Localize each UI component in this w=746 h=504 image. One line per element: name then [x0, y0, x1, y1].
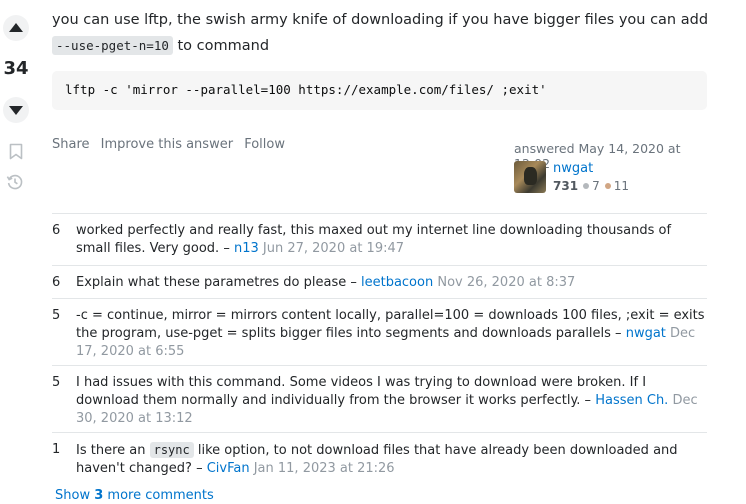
comment-score: 6 — [52, 223, 61, 238]
comment-score: 6 — [52, 275, 61, 290]
comment-text: -c = continue, mirror = mirrors content … — [76, 307, 706, 361]
bronze-badge-count: 11 — [613, 179, 629, 193]
comment-author-link[interactable]: Hassen Ch. — [595, 393, 668, 408]
comment-item: 5 -c = continue, mirror = mirrors conten… — [52, 298, 707, 365]
user-card: answered May 14, 2020 at 12:02 nwgat 731… — [514, 141, 714, 193]
comment-item: 1 Is there an rsync like option, to not … — [52, 432, 707, 484]
comment-date[interactable]: Jun 27, 2020 at 19:47 — [263, 241, 404, 256]
inline-code-pget: --use-pget-n=10 — [52, 36, 173, 55]
show-more-suffix: more comments — [107, 488, 214, 503]
comment-text: Explain what these parametres do please … — [76, 274, 706, 292]
comment-body-before: Is there an — [76, 443, 150, 458]
comment-body: -c = continue, mirror = mirrors content … — [76, 308, 705, 341]
comment-score: 5 — [52, 375, 61, 390]
comment-date[interactable]: Jan 11, 2023 at 21:26 — [254, 461, 395, 476]
code-block: lftp -c 'mirror --parallel=100 https://e… — [52, 71, 707, 110]
comment-score: 5 — [52, 308, 61, 323]
comment-text: Is there an rsync like option, to not do… — [76, 441, 706, 478]
reputation-score: 731 — [553, 179, 579, 193]
comment-item: 5 I had issues with this command. Some v… — [52, 365, 707, 432]
comment-item: 6 Explain what these parametres do pleas… — [52, 265, 707, 298]
comment-text: I had issues with this command. Some vid… — [76, 374, 706, 428]
bookmark-icon[interactable] — [9, 143, 23, 160]
upvote-button[interactable] — [3, 15, 29, 41]
comment-text: worked perfectly and really fast, this m… — [76, 222, 706, 258]
comment-item: 6 worked perfectly and really fast, this… — [52, 213, 707, 265]
answer-text-before: you can use lftp, the swish army knife o… — [52, 12, 709, 28]
bronze-badge-icon — [604, 183, 611, 189]
comment-author-link[interactable]: CivFan — [207, 461, 250, 476]
silver-badge-count: 7 — [592, 179, 600, 193]
avatar[interactable] — [514, 161, 546, 193]
comment-body: I had issues with this command. Some vid… — [76, 375, 647, 408]
follow-link[interactable]: Follow — [244, 137, 285, 152]
answer-body: you can use lftp, the swish army knife o… — [52, 8, 712, 59]
reputation-line: 731 7 11 — [553, 179, 629, 193]
comment-author-link[interactable]: n13 — [234, 241, 259, 256]
arrow-up-icon — [9, 23, 23, 32]
comment-date[interactable]: Nov 26, 2020 at 8:37 — [437, 275, 575, 290]
vote-count: 34 — [3, 58, 29, 79]
hidden-comment-count: 3 — [94, 488, 104, 503]
show-more-comments-link[interactable]: Show 3 more comments — [55, 488, 214, 503]
post-menu: Share Improve this answer Follow — [52, 137, 292, 152]
silver-badge-icon — [583, 183, 590, 189]
arrow-down-icon — [9, 106, 23, 115]
show-more-prefix: Show — [55, 488, 91, 503]
user-name-link[interactable]: nwgat — [553, 161, 593, 176]
downvote-button[interactable] — [3, 97, 29, 123]
comment-author-link[interactable]: nwgat — [626, 326, 666, 341]
improve-answer-link[interactable]: Improve this answer — [101, 137, 233, 152]
comment-score: 1 — [52, 442, 61, 457]
comment-body: Explain what these parametres do please … — [76, 275, 361, 290]
history-icon[interactable] — [6, 173, 24, 191]
comment-author-link[interactable]: leetbacoon — [361, 275, 433, 290]
inline-code-rsync: rsync — [149, 442, 194, 458]
share-link[interactable]: Share — [52, 137, 90, 152]
answer-text-after: to command — [172, 38, 270, 54]
